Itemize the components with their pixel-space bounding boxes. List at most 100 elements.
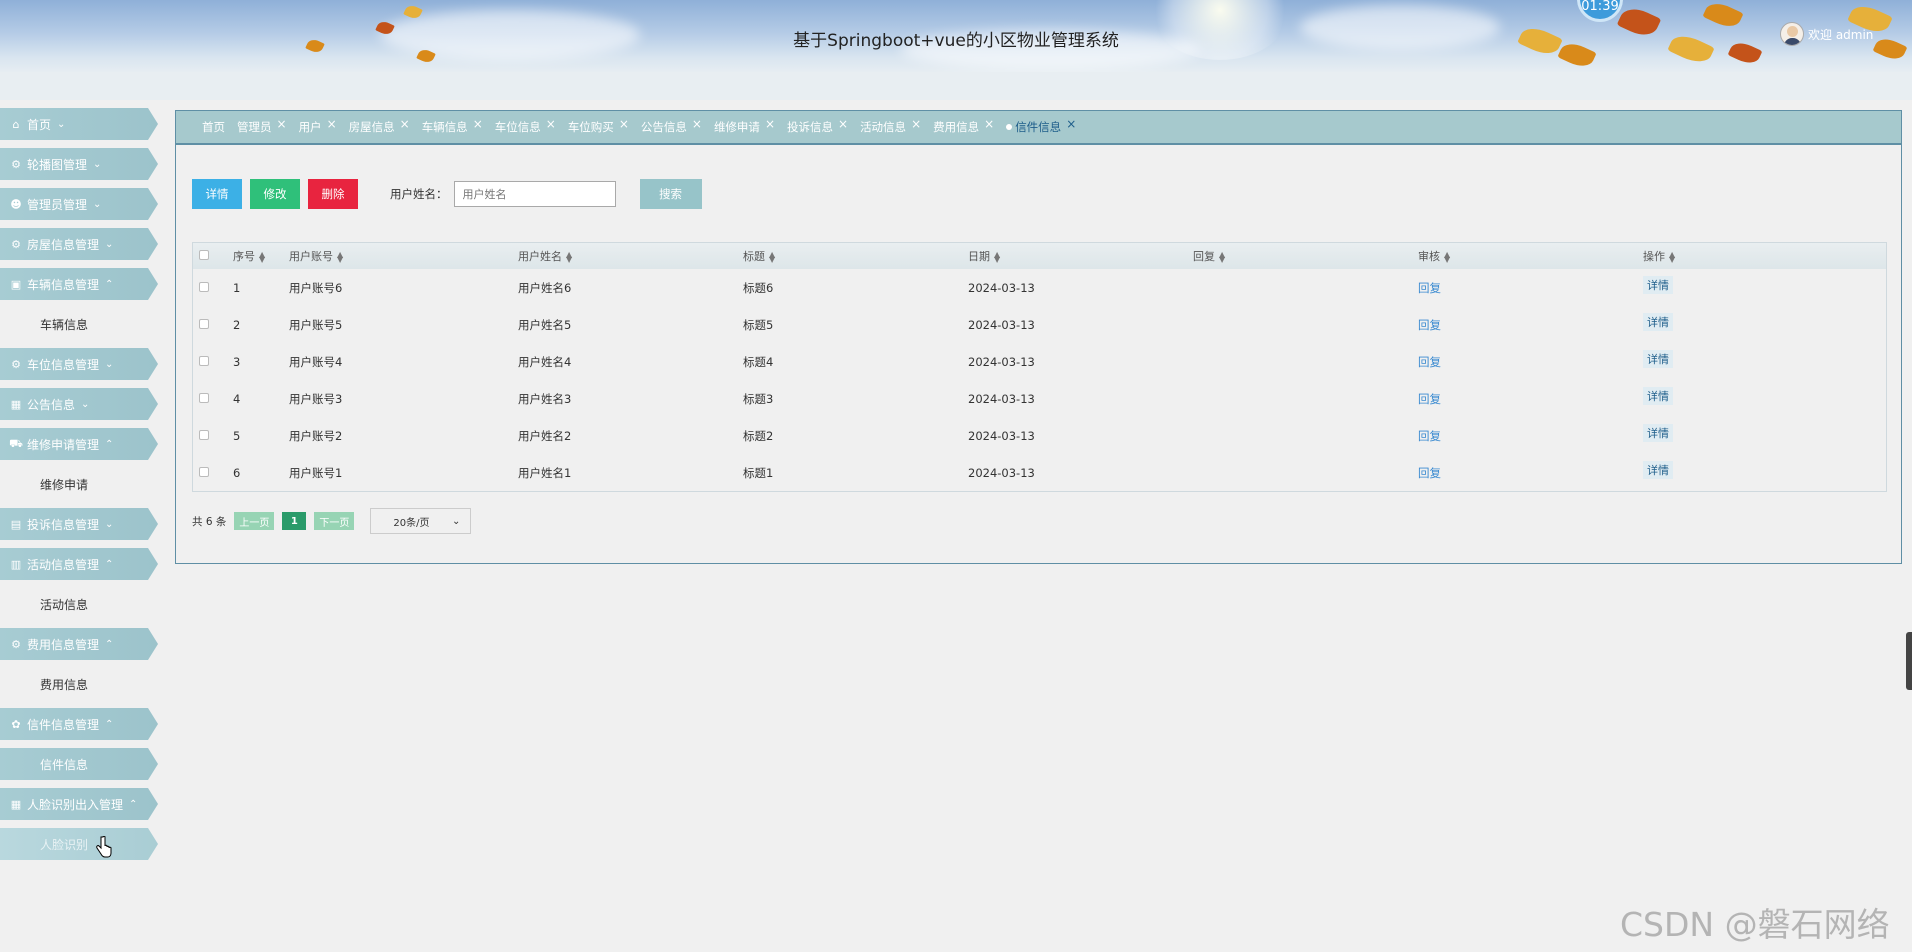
delete-button[interactable]: 删除 [308, 179, 358, 209]
sidebar-menu-item[interactable]: ⚙ 费用信息管理 ⌃ [0, 628, 158, 660]
close-icon[interactable]: × [619, 117, 629, 131]
page-size-select[interactable]: 20条/页 ⌄ [370, 508, 472, 534]
tab[interactable]: 车位信息 × [495, 117, 556, 135]
row-checkbox[interactable] [199, 429, 209, 440]
tab[interactable]: 用户 × [299, 117, 337, 135]
avatar[interactable] [1780, 22, 1804, 46]
close-icon[interactable]: × [546, 117, 556, 131]
row-detail-button[interactable]: 详情 [1643, 275, 1673, 294]
close-icon[interactable]: × [327, 117, 337, 131]
table-header-row: 序号 ▲ ▼ 用户账号 ▲ ▼ 用户姓名 ▲ ▼ 标题 ▲ ▼ 日期 ▲ ▼ 回复 ▲ ▼ 审核 ▲ ▼ 操… [193, 243, 1886, 269]
row-checkbox[interactable] [199, 355, 209, 366]
detail-button[interactable]: 详情 [192, 179, 242, 209]
user-info[interactable]: 欢迎 admin [1780, 22, 1873, 46]
col-header[interactable]: 审核 ▲ ▼ [1418, 243, 1643, 269]
table-row[interactable]: 6 用户账号1 用户姓名1 标题1 2024-03-13 回复 详情 [193, 454, 1886, 491]
close-icon[interactable]: × [1066, 117, 1076, 131]
close-icon[interactable]: × [400, 117, 410, 131]
table-row[interactable]: 5 用户账号2 用户姓名2 标题2 2024-03-13 回复 详情 [193, 417, 1886, 454]
row-detail-button[interactable]: 详情 [1643, 312, 1673, 331]
select-all-checkbox[interactable] [199, 249, 209, 260]
sidebar-submenu-item[interactable]: 信件信息 [0, 748, 158, 780]
sidebar-submenu-item[interactable]: 车辆信息 [0, 308, 128, 340]
reply-link[interactable]: 回复 [1418, 466, 1441, 480]
sidebar-menu-item[interactable]: ⛟ 维修申请管理 ⌃ [0, 428, 158, 460]
sidebar-menu-item[interactable]: ▣ 车辆信息管理 ⌃ [0, 268, 158, 300]
tab[interactable]: 公告信息 × [641, 117, 702, 135]
table-row[interactable]: 1 用户账号6 用户姓名6 标题6 2024-03-13 回复 详情 [193, 269, 1886, 306]
close-icon[interactable]: × [984, 117, 994, 131]
cell-account: 用户账号2 [289, 428, 343, 443]
tab[interactable]: 活动信息 × [860, 117, 921, 135]
reply-link[interactable]: 回复 [1418, 281, 1441, 295]
prev-page-button[interactable]: 上一页 [234, 512, 275, 530]
row-checkbox[interactable] [199, 392, 209, 403]
col-header[interactable]: 标题 ▲ ▼ [743, 243, 968, 269]
row-detail-button[interactable]: 详情 [1643, 423, 1673, 442]
cell-title: 标题5 [743, 317, 774, 332]
close-icon[interactable]: × [911, 117, 921, 131]
row-checkbox[interactable] [199, 318, 209, 329]
col-header[interactable]: 操作 ▲ ▼ [1643, 243, 1886, 269]
sidebar-menu-item[interactable]: ▦ 公告信息 ⌄ [0, 388, 158, 420]
tab[interactable]: 管理员 × [237, 117, 287, 135]
sidebar-menu-item[interactable]: ⚙ 轮播图管理 ⌄ [0, 148, 158, 180]
reply-link[interactable]: 回复 [1418, 392, 1441, 406]
sidebar-menu-item[interactable]: ⌂ 首页 ⌄ [0, 108, 158, 140]
scrollbar[interactable] [1906, 632, 1912, 690]
sidebar-menu-item[interactable]: ▤ 投诉信息管理 ⌄ [0, 508, 158, 540]
sidebar-menu-item[interactable]: ⚙ 房屋信息管理 ⌄ [0, 228, 158, 260]
tab[interactable]: 维修申请 × [714, 117, 775, 135]
tab[interactable]: 房屋信息 × [349, 117, 410, 135]
welcome-text[interactable]: 欢迎 admin [1808, 26, 1873, 43]
reply-link[interactable]: 回复 [1418, 355, 1441, 369]
table-row[interactable]: 2 用户账号5 用户姓名5 标题5 2024-03-13 回复 详情 [193, 306, 1886, 343]
sidebar-menu-item[interactable]: ☻ 管理员管理 ⌄ [0, 188, 158, 220]
edit-button[interactable]: 修改 [250, 179, 300, 209]
cell-name: 用户姓名4 [518, 354, 572, 369]
close-icon[interactable]: × [765, 117, 775, 131]
close-icon[interactable]: × [473, 117, 483, 131]
next-page-button[interactable]: 下一页 [314, 512, 355, 530]
tab-label: 首页 [202, 120, 225, 134]
close-icon[interactable]: × [692, 117, 702, 131]
tab[interactable]: 车位购买 × [568, 117, 629, 135]
col-header[interactable]: 回复 ▲ ▼ [1193, 243, 1418, 269]
reply-link[interactable]: 回复 [1418, 429, 1441, 443]
row-detail-button[interactable]: 详情 [1643, 349, 1673, 368]
row-checkbox[interactable] [199, 281, 209, 292]
sidebar-menu-item[interactable]: ▦ 人脸识别出入管理 ⌃ [0, 788, 158, 820]
sidebar-submenu-item[interactable]: 维修申请 [0, 468, 128, 500]
tab[interactable]: 费用信息 × [933, 117, 994, 135]
row-detail-button[interactable]: 详情 [1643, 386, 1673, 405]
sidebar-submenu-item[interactable]: 人脸识别 [0, 828, 158, 860]
reply-link[interactable]: 回复 [1418, 318, 1441, 332]
row-checkbox[interactable] [199, 466, 209, 477]
sidebar-submenu-item[interactable]: 活动信息 [0, 588, 128, 620]
sidebar-menu-item[interactable]: ▥ 活动信息管理 ⌃ [0, 548, 158, 580]
sidebar-submenu-item[interactable]: 费用信息 [0, 668, 128, 700]
tab[interactable]: 车辆信息 × [422, 117, 483, 135]
table-row[interactable]: 4 用户账号3 用户姓名3 标题3 2024-03-13 回复 详情 [193, 380, 1886, 417]
close-icon[interactable]: × [277, 117, 287, 131]
col-header[interactable]: 用户姓名 ▲ ▼ [518, 243, 743, 269]
settings-icon: ⚙ [11, 237, 21, 251]
table-row[interactable]: 3 用户账号4 用户姓名4 标题4 2024-03-13 回复 详情 [193, 343, 1886, 380]
col-header[interactable]: 日期 ▲ ▼ [968, 243, 1193, 269]
sort-icon: ▲ ▼ [259, 250, 266, 264]
sidebar-menu-item[interactable]: ✿ 信件信息管理 ⌃ [0, 708, 158, 740]
col-header[interactable]: 用户账号 ▲ ▼ [289, 243, 518, 269]
sidebar-item-label: 活动信息管理 [27, 557, 100, 572]
row-detail-button[interactable]: 详情 [1643, 460, 1673, 479]
sort-icon: ▲ ▼ [769, 250, 776, 264]
col-header[interactable]: 序号 ▲ ▼ [233, 243, 289, 269]
current-page[interactable]: 1 [282, 512, 307, 530]
tab[interactable]: 投诉信息 × [787, 117, 848, 135]
search-input[interactable] [453, 181, 616, 207]
search-button[interactable]: 搜索 [639, 179, 702, 209]
sidebar-menu-item[interactable]: ⚙ 车位信息管理 ⌄ [0, 348, 158, 380]
tab[interactable]: 首页 [202, 119, 225, 135]
close-icon[interactable]: × [838, 117, 848, 131]
fee-icon: ⚙ [11, 637, 21, 651]
tab[interactable]: 信件信息 × [1006, 117, 1076, 135]
